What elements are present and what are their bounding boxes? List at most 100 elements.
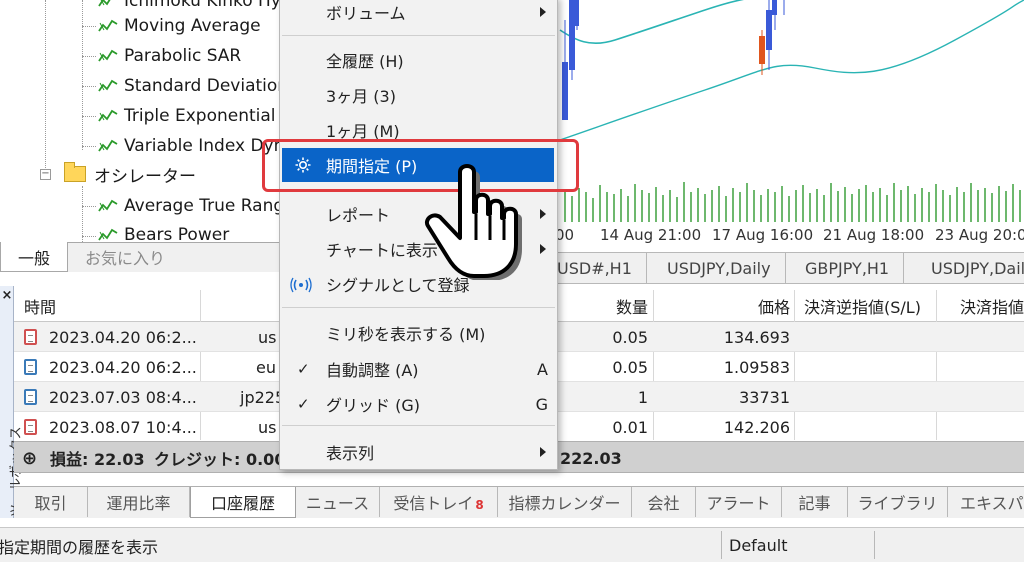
tab-experts[interactable]: エキスパー: [948, 487, 1024, 517]
menu-item-label: ボリューム: [326, 4, 406, 23]
date-tick: 14 Aug 21:00: [600, 226, 702, 244]
indicator-triple-exponential[interactable]: Triple Exponential Moving Average: [98, 101, 300, 131]
menu-item-label: 自動調整 (A): [326, 361, 419, 380]
menu-separator: [282, 425, 555, 426]
indicator-icon: [98, 79, 118, 92]
indicator-standard-deviation[interactable]: Standard Deviation: [98, 71, 288, 101]
tab-news[interactable]: ニュース: [296, 487, 380, 517]
date-axis: 00 14 Aug 21:00 17 Aug 16:00 21 Aug 18:0…: [555, 224, 1024, 250]
collapse-toggle[interactable]: −: [40, 169, 51, 180]
menu-item-label: 全履歴 (H): [326, 52, 404, 71]
menu-item-grid[interactable]: ✓ グリッド (G) G: [280, 387, 557, 421]
folder-label: オシレーター: [94, 166, 196, 187]
check-icon: ✓: [297, 395, 310, 413]
indicator-average-true-range[interactable]: Average True Range: [98, 191, 295, 221]
menu-item-label: 表示列: [326, 444, 375, 463]
menu-item-label: レポート: [326, 206, 391, 225]
cell-symbol: us: [258, 417, 277, 437]
cell-symbol: us: [258, 327, 277, 347]
indicator-parabolic-sar[interactable]: Parabolic SAR: [98, 41, 241, 71]
tree-guide-line: [82, 56, 96, 57]
navigator-panel: Ichimoku Kinko Hyo Moving Average Parabo…: [0, 0, 300, 242]
column-header-time[interactable]: 時間: [24, 290, 56, 322]
navigator-tabs: 一般 お気に入り: [0, 242, 300, 272]
menu-item-show-milliseconds[interactable]: ミリ秒を表示する (M): [280, 316, 557, 350]
status-bar: 指定期間の履歴を表示 Default: [0, 527, 1024, 562]
tree-guide-line: [45, 0, 46, 176]
expand-icon[interactable]: ⊕: [22, 442, 37, 474]
balance-summary: 222.03: [560, 448, 622, 468]
date-tick: 17 Aug 16:00: [712, 226, 814, 244]
menu-item-volume[interactable]: ボリューム: [280, 0, 557, 29]
status-divider: [874, 531, 875, 559]
submenu-arrow-icon: [540, 447, 546, 457]
menu-item-auto-arrange[interactable]: ✓ 自動調整 (A) A: [280, 352, 557, 386]
chart-tab[interactable]: GBPJPY,H1: [791, 253, 905, 283]
chart-tab[interactable]: USDJPY,Daily: [917, 253, 1024, 283]
cell-price: 142.206: [723, 417, 790, 437]
menu-item-columns[interactable]: 表示列: [280, 435, 557, 469]
tree-guide-line: [82, 86, 96, 87]
tab-favorites[interactable]: お気に入り: [70, 242, 180, 272]
indicator-icon: [98, 19, 118, 32]
cell-volume: 1: [637, 387, 648, 407]
tab-mailbox[interactable]: 受信トレイ 8: [380, 487, 498, 517]
tab-mailbox-label: 受信トレイ: [393, 494, 474, 513]
price-chart[interactable]: [555, 0, 1024, 250]
candlesticks: [562, 0, 785, 120]
cell-time: 2023.08.07 10:4...: [49, 417, 197, 437]
menu-item-3-months[interactable]: 3ヶ月 (3): [280, 78, 557, 112]
indicator-label: Parabolic SAR: [124, 46, 242, 66]
chart-tab[interactable]: USD#,H1: [555, 253, 647, 283]
tree-guide-line: [82, 116, 96, 117]
menu-shortcut: A: [537, 359, 548, 379]
column-header-sl[interactable]: 決済逆指値(S/L): [804, 290, 921, 322]
cell-symbol: eu: [256, 357, 276, 377]
indicator-label: Triple Exponential Moving Average: [124, 106, 300, 126]
menu-item-label: ミリ秒を表示する (M): [326, 325, 486, 344]
tab-exposure[interactable]: 運用比率: [88, 487, 190, 517]
buy-order-icon: [24, 359, 37, 375]
chart-canvas: [559, 0, 1024, 222]
tab-company[interactable]: 会社: [632, 487, 696, 517]
indicator-moving-average[interactable]: Moving Average: [98, 11, 261, 41]
indicator-label: Bears Power: [124, 225, 230, 242]
profile-name: Default: [729, 536, 788, 555]
tab-alerts[interactable]: アラート: [696, 487, 782, 517]
tree-guide-line: [82, 0, 83, 150]
menu-item-label: グリッド (G): [326, 396, 420, 415]
tab-account-history[interactable]: 口座履歴: [190, 487, 296, 518]
cell-time: 2023.07.03 08:4...: [49, 387, 197, 407]
cell-price: 33731: [739, 387, 790, 407]
menu-item-label: 3ヶ月 (3): [326, 87, 396, 106]
close-icon[interactable]: ×: [1, 289, 13, 303]
status-divider: [721, 531, 722, 559]
cell-volume: 0.05: [612, 357, 648, 377]
chart-window-tabs: USD#,H1 USDJPY,Daily GBPJPY,H1 USDJPY,Da…: [555, 252, 1024, 284]
cell-price: 134.693: [723, 327, 790, 347]
profit-summary: 損益: 22.03: [50, 450, 145, 469]
indicator-bears-power[interactable]: Bears Power: [98, 220, 229, 242]
submenu-arrow-icon: [540, 244, 546, 254]
tab-trade[interactable]: 取引: [14, 487, 88, 517]
column-header-tp[interactable]: 決済指値: [960, 290, 1024, 322]
tab-calendar[interactable]: 指標カレンダー: [498, 487, 632, 517]
column-header-volume[interactable]: 数量: [574, 290, 648, 322]
tab-general[interactable]: 一般: [0, 242, 68, 272]
indicator-icon: [98, 109, 118, 122]
sell-order-icon: [24, 329, 37, 345]
tree-guide-line: [82, 236, 96, 237]
menu-item-all-history[interactable]: 全履歴 (H): [280, 43, 557, 77]
column-header-price[interactable]: 価格: [664, 290, 790, 322]
chart-tab[interactable]: USDJPY,Daily: [653, 253, 786, 283]
tab-library[interactable]: ライブラリ: [848, 487, 948, 517]
indicator-label: Standard Deviation: [124, 76, 289, 96]
tab-articles[interactable]: 記事: [782, 487, 848, 517]
folder-oscillators[interactable]: オシレーター: [64, 159, 196, 189]
menu-separator: [282, 35, 555, 36]
cell-volume: 0.05: [612, 327, 648, 347]
hand-pointer-icon: [425, 164, 522, 280]
buy-order-icon: [24, 389, 37, 405]
tree-guide-line: [82, 26, 96, 27]
menu-shortcut: G: [535, 394, 548, 414]
